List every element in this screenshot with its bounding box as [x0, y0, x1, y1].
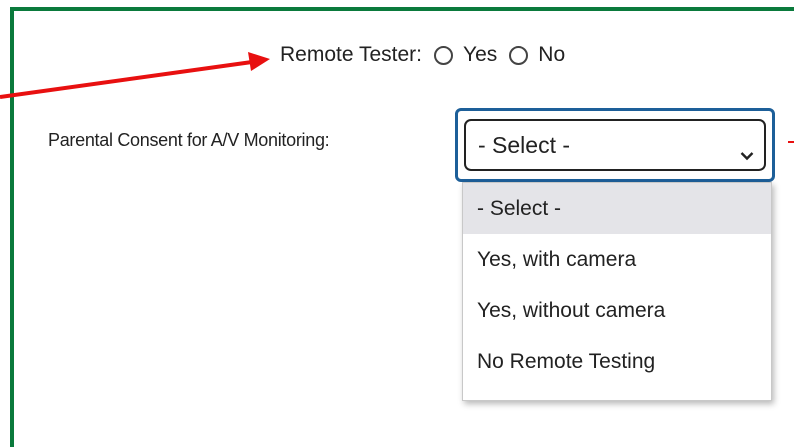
- parental-consent-select-focus[interactable]: - Select -: [455, 108, 775, 182]
- chevron-down-icon: [740, 140, 754, 161]
- remote-tester-yes-radio[interactable]: [434, 45, 454, 65]
- dropdown-option[interactable]: Yes, without camera: [463, 285, 771, 336]
- remote-tester-label: Remote Tester:: [280, 43, 423, 66]
- remote-tester-row: Remote Tester: Yes No: [280, 40, 565, 70]
- parental-consent-select[interactable]: - Select -: [464, 119, 766, 171]
- remote-tester-no-radio[interactable]: [509, 45, 529, 65]
- select-current-value: - Select -: [478, 131, 571, 158]
- dropdown-option[interactable]: - Select -: [463, 183, 771, 234]
- remote-tester-no-label[interactable]: No: [538, 43, 565, 67]
- parental-consent-label: Parental Consent for A/V Monitoring:: [48, 130, 330, 150]
- dropdown-option[interactable]: No Remote Testing: [463, 336, 771, 387]
- remote-tester-yes-label[interactable]: Yes: [463, 43, 497, 67]
- dropdown-option[interactable]: Yes, with camera: [463, 234, 771, 285]
- parental-consent-dropdown-list: - Select - Yes, with camera Yes, without…: [462, 182, 772, 401]
